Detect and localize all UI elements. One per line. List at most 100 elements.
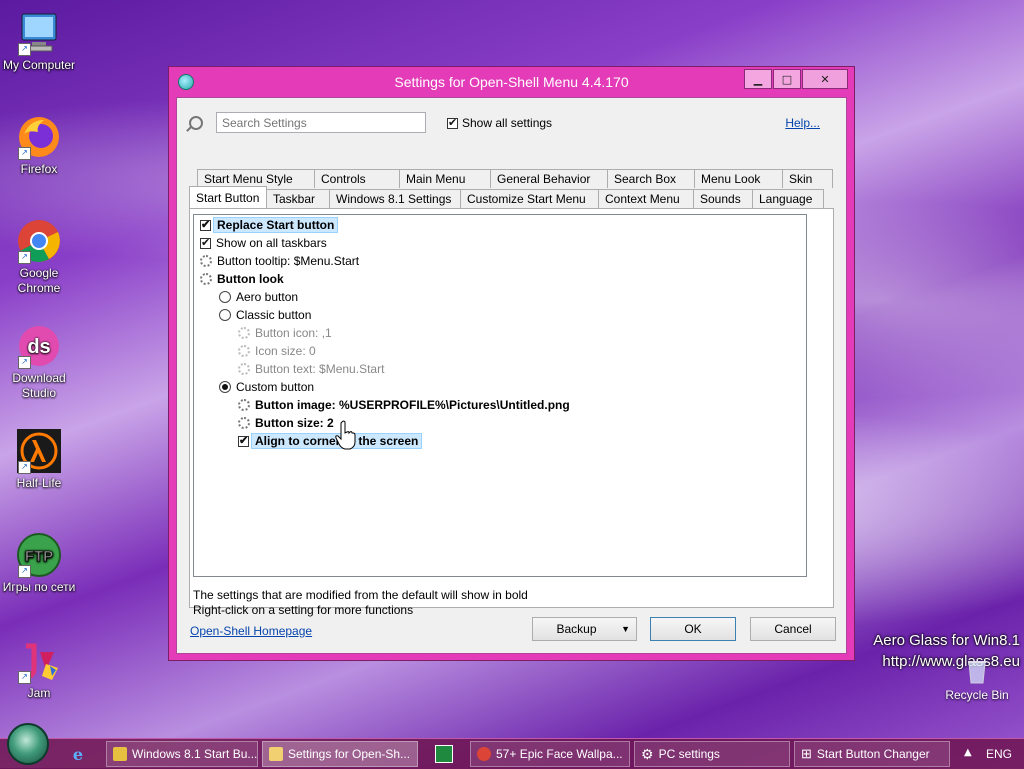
show-hidden-icons-icon[interactable]: ▲ (964, 747, 972, 758)
tab-row-1: Start Menu Style Controls Main Menu Gene… (197, 169, 833, 188)
gear-icon (200, 255, 212, 267)
taskbar-item-chrome[interactable]: 57+ Epic Face Wallpa... (470, 741, 630, 767)
desktop-icon-label: Игры по сети (2, 580, 76, 594)
checkbox-icon[interactable] (447, 116, 458, 129)
checkbox-icon[interactable] (200, 218, 211, 231)
ok-button[interactable]: OK (650, 617, 736, 641)
start-button[interactable] (7, 723, 49, 765)
tab-general-behavior[interactable]: General Behavior (490, 169, 608, 188)
tab-taskbar[interactable]: Taskbar (266, 189, 330, 208)
download-studio-icon: ds ↗ (16, 323, 62, 369)
desktop-icon-firefox[interactable]: ↗ Firefox (0, 114, 78, 177)
desktop-icon-label: My Computer (2, 58, 76, 72)
tab-start-button[interactable]: Start Button (189, 186, 267, 208)
dropdown-arrow-icon: ▼ (621, 624, 630, 634)
gear-icon (238, 363, 250, 375)
excel-icon[interactable] (432, 742, 456, 766)
hand-cursor-icon (335, 420, 356, 450)
homepage-link[interactable]: Open-Shell Homepage (190, 624, 312, 638)
close-button[interactable]: ✕ (802, 69, 848, 89)
maximize-icon: □ (781, 72, 793, 86)
setting-custom-button[interactable]: Custom button (219, 378, 314, 396)
desktop-icon-chrome[interactable]: ↗ Google Chrome (0, 218, 78, 296)
minimize-icon: ▁ (753, 72, 763, 86)
info-notes: The settings that are modified from the … (193, 588, 528, 617)
title-bar[interactable]: Settings for Open-Shell Menu 4.4.170 ▁ □… (169, 67, 854, 97)
help-link[interactable]: Help... (785, 116, 820, 130)
tab-customize-start-menu[interactable]: Customize Start Menu (460, 189, 599, 208)
taskbar: e Windows 8.1 Start Bu... Settings for O… (0, 723, 1024, 769)
setting-button-text[interactable]: Button text: $Menu.Start (238, 360, 384, 378)
jam-icon: ↗ (16, 638, 62, 684)
settings-window: Settings for Open-Shell Menu 4.4.170 ▁ □… (168, 66, 855, 661)
taskbar-item-settings-open-shell[interactable]: Settings for Open-Sh... (262, 741, 418, 767)
desktop-icon-label: Jam (27, 686, 51, 700)
radio-icon[interactable] (219, 291, 231, 303)
settings-tree[interactable]: Replace Start button Show on all taskbar… (193, 214, 807, 577)
gear-icon (238, 345, 250, 357)
maximize-button[interactable]: □ (773, 69, 801, 89)
search-input[interactable] (216, 112, 426, 133)
radio-icon[interactable] (219, 309, 231, 321)
cancel-button[interactable]: Cancel (750, 617, 836, 641)
tab-controls[interactable]: Controls (314, 169, 400, 188)
taskbar-item-windows81-start[interactable]: Windows 8.1 Start Bu... (106, 741, 258, 767)
desktop-icon-half-life[interactable]: ↗ Half-Life (0, 428, 78, 491)
desktop-icon-download-studio[interactable]: ds ↗ Download Studio (0, 323, 78, 401)
setting-button-tooltip[interactable]: Button tooltip: $Menu.Start (200, 252, 359, 270)
backup-button[interactable]: Backup ▼ (532, 617, 637, 641)
show-all-settings-checkbox[interactable]: Show all settings (447, 116, 552, 130)
language-indicator[interactable]: ENG (986, 747, 1012, 761)
setting-button-image[interactable]: Button image: %USERPROFILE%\Pictures\Unt… (238, 396, 570, 414)
desktop-icon-my-computer[interactable]: ↗ My Computer (0, 10, 78, 73)
desktop-icon-label: Half-Life (16, 476, 62, 490)
ftp-icon: FTP ↗ (16, 532, 62, 578)
chrome-icon: ↗ (16, 218, 62, 264)
dialog-client-area: Show all settings Help... Start Menu Sty… (176, 97, 847, 654)
computer-icon: ↗ (16, 10, 62, 56)
desktop-icon-label: Recycle Bin (945, 688, 1009, 702)
setting-show-on-all-taskbars[interactable]: Show on all taskbars (200, 234, 327, 252)
svg-text:ds: ds (27, 336, 50, 358)
setting-icon-size[interactable]: Icon size: 0 (238, 342, 316, 360)
gear-icon (200, 273, 212, 285)
firefox-icon: ↗ (16, 114, 62, 160)
setting-button-icon[interactable]: Button icon: ,1 (238, 324, 332, 342)
tab-skin[interactable]: Skin (782, 169, 833, 188)
tab-menu-look[interactable]: Menu Look (694, 169, 783, 188)
desktop-icon-recycle-bin[interactable]: Recycle Bin (942, 655, 1012, 702)
tab-language[interactable]: Language (752, 189, 824, 208)
taskbar-item-start-button-changer[interactable]: ⊞ Start Button Changer (794, 741, 950, 767)
tab-search-box[interactable]: Search Box (607, 169, 695, 188)
tab-windows-81-settings[interactable]: Windows 8.1 Settings (329, 189, 461, 208)
tab-sounds[interactable]: Sounds (693, 189, 753, 208)
setting-aero-button[interactable]: Aero button (219, 288, 298, 306)
desktop-icon-jam[interactable]: ↗ Jam (0, 638, 78, 701)
gear-icon (238, 327, 250, 339)
radio-icon[interactable] (219, 381, 231, 393)
checkbox-icon[interactable] (238, 434, 249, 447)
ie-icon[interactable]: e (66, 742, 90, 766)
recycle-bin-icon (968, 661, 986, 684)
folder-icon (113, 747, 127, 761)
tab-context-menu[interactable]: Context Menu (598, 189, 694, 208)
tab-main-menu[interactable]: Main Menu (399, 169, 491, 188)
setting-align-to-corner[interactable]: Align to corner of the screen (238, 432, 423, 450)
setting-replace-start-button[interactable]: Replace Start button (200, 216, 339, 234)
minimize-button[interactable]: ▁ (744, 69, 772, 89)
desktop-icon-label: Download Studio (12, 371, 66, 400)
taskbar-item-pc-settings[interactable]: ⚙ PC settings (634, 741, 790, 767)
setting-button-size[interactable]: Button size: 2 (238, 414, 334, 432)
close-icon: ✕ (820, 72, 830, 86)
setting-button-look[interactable]: Button look (200, 270, 284, 288)
half-life-icon: ↗ (16, 428, 62, 474)
windows-logo-icon: ⊞ (801, 746, 812, 761)
svg-text:FTP: FTP (25, 548, 53, 565)
desktop-icon-ftp[interactable]: FTP ↗ Игры по сети (0, 532, 78, 595)
desktop-icon-label: Google Chrome (17, 266, 61, 295)
search-icon (189, 116, 203, 130)
checkbox-icon[interactable] (200, 236, 211, 249)
desktop-icon-label: Firefox (20, 162, 58, 176)
gear-icon (238, 399, 250, 411)
setting-classic-button[interactable]: Classic button (219, 306, 311, 324)
